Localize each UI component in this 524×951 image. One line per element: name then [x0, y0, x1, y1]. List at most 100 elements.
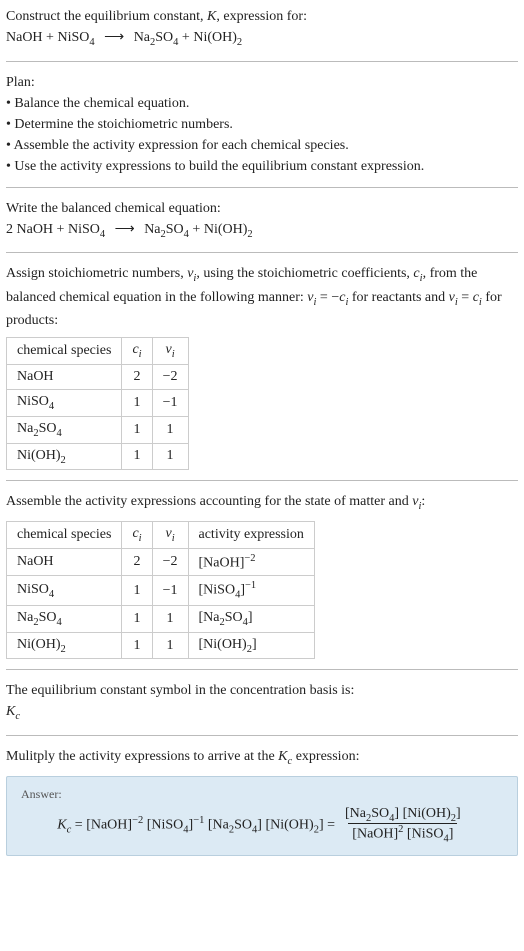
text: Na	[17, 610, 33, 625]
cell: Na2SO4	[7, 605, 122, 632]
table-row: chemical species ci νi	[7, 338, 189, 365]
species: Na	[134, 30, 150, 45]
stoich-table: chemical species ci νi NaOH 2 −2 NiSO4 1…	[6, 337, 189, 470]
fraction: [Na2SO4] [Ni(OH)2] [NaOH]2 [NiSO4]	[341, 806, 465, 845]
species: NaOH	[6, 30, 43, 45]
eqconst-heading: The equilibrium constant symbol in the c…	[6, 680, 518, 701]
cell: −2	[152, 548, 188, 576]
arrow-icon: ⟶	[104, 30, 124, 45]
multiply-text: Mulitply the activity expressions to arr…	[6, 746, 518, 770]
K: K	[278, 749, 287, 764]
text: [Ni(OH)	[399, 806, 451, 821]
header-ci: ci	[122, 338, 152, 365]
text: [NiSO	[403, 827, 443, 842]
text: , expression for:	[216, 9, 307, 24]
divider	[6, 61, 518, 62]
table-row: Na2SO4 1 1	[7, 416, 189, 443]
text: , using the stoichiometric coefficients,	[196, 266, 413, 281]
header-nui: νi	[152, 338, 188, 365]
plan-bullet: • Balance the chemical equation.	[6, 93, 518, 114]
text: Mulitply the activity expressions to arr…	[6, 749, 278, 764]
sub: 4	[56, 617, 61, 628]
text: NiSO	[17, 582, 49, 597]
species: NiSO	[68, 222, 100, 237]
text: expression:	[292, 749, 359, 764]
balanced-heading: Write the balanced chemical equation:	[6, 198, 518, 219]
table-row: Ni(OH)2 1 1 [Ni(OH)2]	[7, 632, 315, 659]
species: Na	[144, 222, 160, 237]
cell: [NaOH]−2	[188, 548, 314, 576]
text: ] =	[319, 818, 335, 833]
divider	[6, 735, 518, 736]
header-activity: activity expression	[188, 521, 314, 548]
activity-table: chemical species ci νi activity expressi…	[6, 521, 315, 660]
divider	[6, 187, 518, 188]
sup: −1	[245, 580, 256, 591]
sub: i	[139, 349, 142, 360]
table-row: chemical species ci νi activity expressi…	[7, 521, 315, 548]
arrow-icon: ⟶	[115, 222, 135, 237]
unbalanced-equation: NaOH + NiSO4 ⟶ Na2SO4 + Ni(OH)2	[6, 27, 518, 51]
sub: 4	[100, 228, 105, 239]
cell: NaOH	[7, 364, 122, 389]
cell: 1	[122, 576, 152, 605]
cell: 1	[122, 416, 152, 443]
text: ]	[252, 637, 257, 652]
cell: NaOH	[7, 548, 122, 576]
text: Construct the equilibrium constant,	[6, 9, 207, 24]
multiply-section: Mulitply the activity expressions to arr…	[6, 746, 518, 856]
divider	[6, 669, 518, 670]
plus: +	[43, 30, 58, 45]
header-species: chemical species	[7, 521, 122, 548]
text: NiSO	[17, 394, 49, 409]
cell: [Ni(OH)2]	[188, 632, 314, 659]
header-species: chemical species	[7, 338, 122, 365]
text: [NaOH]	[86, 818, 132, 833]
plus: +	[189, 222, 204, 237]
sub: 2	[247, 228, 252, 239]
text: [Ni(OH)	[199, 637, 247, 652]
text: [Ni(OH)	[262, 818, 314, 833]
cell: −1	[152, 389, 188, 416]
plan-bullet: • Assemble the activity expression for e…	[6, 135, 518, 156]
species: Ni(OH)	[193, 30, 237, 45]
species: Ni(OH)	[204, 222, 248, 237]
sub: 4	[49, 401, 54, 412]
text: Assign stoichiometric numbers,	[6, 266, 187, 281]
text: Assemble the activity expressions accoun…	[6, 494, 412, 509]
cell: −2	[152, 364, 188, 389]
denominator: [NaOH]2 [NiSO4]	[348, 823, 457, 844]
text: [NaOH]	[352, 827, 398, 842]
species: NaOH	[17, 222, 54, 237]
header-ci: ci	[122, 521, 152, 548]
K-symbol: K	[207, 9, 216, 24]
plus: +	[53, 222, 68, 237]
sub: 2	[237, 37, 242, 48]
text: for reactants and	[348, 290, 448, 305]
text: ]	[456, 806, 461, 821]
cell: 2	[122, 548, 152, 576]
text: SO	[225, 610, 243, 625]
sub: i	[172, 349, 175, 360]
cell: 1	[122, 605, 152, 632]
cell: 2	[122, 364, 152, 389]
eqconst-section: The equilibrium constant symbol in the c…	[6, 680, 518, 725]
K: K	[6, 704, 15, 719]
text: [Na	[345, 806, 366, 821]
text: [NiSO	[199, 583, 236, 598]
assemble-section: Assemble the activity expressions accoun…	[6, 491, 518, 659]
text: Ni(OH)	[17, 637, 61, 652]
cell: [Na2SO4]	[188, 605, 314, 632]
species: SO	[166, 222, 184, 237]
numerator: [Na2SO4] [Ni(OH)2]	[341, 806, 465, 824]
divider	[6, 252, 518, 253]
plan-bullet: • Determine the stoichiometric numbers.	[6, 114, 518, 135]
assign-text: Assign stoichiometric numbers, νi, using…	[6, 263, 518, 331]
cell: 1	[152, 632, 188, 659]
text: SO	[39, 610, 57, 625]
balanced-section: Write the balanced chemical equation: 2 …	[6, 198, 518, 243]
plan-section: Plan: • Balance the chemical equation. •…	[6, 72, 518, 177]
K: K	[57, 818, 66, 833]
sub: c	[15, 711, 20, 722]
cell: 1	[122, 443, 152, 470]
